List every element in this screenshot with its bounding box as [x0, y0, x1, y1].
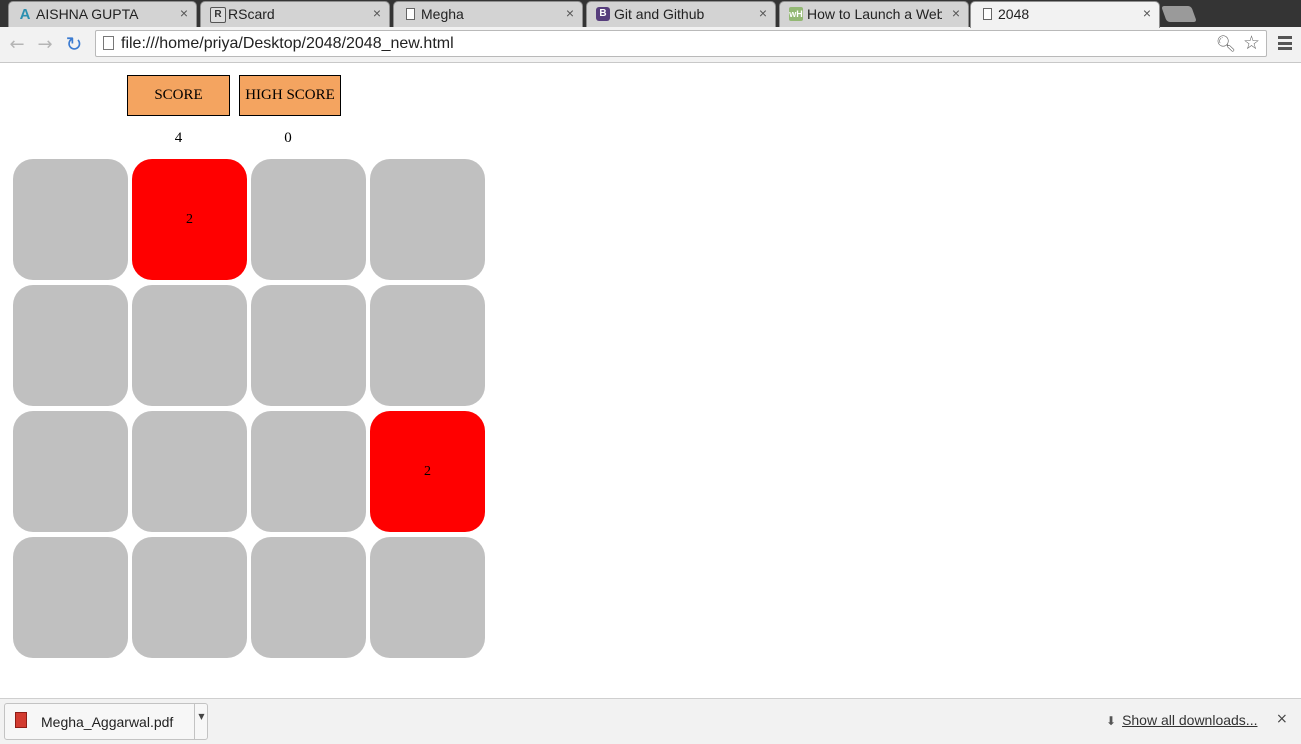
bookmark-star-icon[interactable]: ☆ — [1243, 32, 1260, 54]
tile-2-3: 2 — [370, 411, 485, 532]
address-bar[interactable]: file:///home/priya/Desktop/2048/2048_new… — [95, 30, 1267, 57]
tab-how-to-launch[interactable]: wH How to Launch a Web × — [779, 1, 969, 27]
empty-cell-0-0 — [13, 159, 128, 280]
tab-close-icon[interactable]: × — [180, 5, 188, 21]
empty-cell-3-2 — [251, 537, 366, 658]
pdf-file-icon — [15, 712, 27, 728]
page-icon — [403, 7, 417, 21]
tab-strip: A AISHNA GUPTA × R RScard × Megha × B Gi… — [0, 0, 1301, 28]
empty-cell-2-2 — [251, 411, 366, 532]
download-bar: Megha_Aggarwal.pdf ▼ ⬇ Show all downloads… — [0, 698, 1301, 744]
empty-cell-0-2 — [251, 159, 366, 280]
download-file-name: Megha_Aggarwal.pdf — [41, 714, 174, 730]
high-score-value: 0 — [284, 130, 292, 146]
empty-cell-2-1 — [132, 411, 247, 532]
tab-title: AISHNA GUPTA — [36, 6, 139, 22]
download-arrow-icon: ⬇ — [1106, 714, 1117, 728]
search-icon[interactable]: 🔍︎ — [1216, 34, 1236, 53]
aishna-favicon-icon: A — [19, 5, 31, 23]
tab-rscard[interactable]: R RScard × — [200, 1, 390, 27]
score-button[interactable]: SCORE — [127, 75, 230, 116]
game-board: 22 — [13, 159, 485, 659]
forward-arrow-icon[interactable]: → — [34, 33, 56, 55]
address-url[interactable]: file:///home/priya/Desktop/2048/2048_new… — [121, 35, 454, 53]
wikihow-favicon-icon: wH — [789, 7, 803, 21]
tab-megha[interactable]: Megha × — [393, 1, 583, 27]
tab-close-icon[interactable]: × — [1143, 5, 1151, 21]
tab-git-and-github[interactable]: B Git and Github × — [586, 1, 776, 27]
empty-cell-2-0 — [13, 411, 128, 532]
page-icon — [980, 7, 994, 21]
tab-title: 2048 — [998, 6, 1030, 22]
tab-title: Git and Github — [614, 6, 705, 22]
empty-cell-3-1 — [132, 537, 247, 658]
tab-close-icon[interactable]: × — [952, 5, 960, 21]
empty-cell-3-0 — [13, 537, 128, 658]
tab-aishna-gupta[interactable]: A AISHNA GUPTA × — [8, 1, 197, 27]
empty-cell-0-3 — [370, 159, 485, 280]
tab-title: RScard — [228, 6, 275, 22]
page-icon — [103, 36, 114, 50]
empty-cell-1-2 — [251, 285, 366, 406]
tile-0-1: 2 — [132, 159, 247, 280]
tab-close-icon[interactable]: × — [759, 5, 767, 21]
menu-icon[interactable] — [1278, 36, 1292, 50]
back-arrow-icon[interactable]: ← — [6, 33, 28, 55]
bootstrap-favicon-icon: B — [596, 7, 610, 21]
empty-cell-1-1 — [132, 285, 247, 406]
rscard-favicon-icon: R — [210, 7, 226, 23]
high-score-button[interactable]: HIGH SCORE — [239, 75, 341, 116]
show-all-downloads-link[interactable]: Show all downloads... — [1122, 712, 1257, 728]
tab-title: How to Launch a Web — [807, 6, 942, 22]
reload-icon[interactable]: ↻ — [63, 32, 85, 56]
tab-close-icon[interactable]: × — [373, 5, 381, 21]
browser-toolbar: ← → ↻ file:///home/priya/Desktop/2048/20… — [0, 27, 1301, 63]
tab-2048[interactable]: 2048 × — [970, 1, 1160, 28]
empty-cell-3-3 — [370, 537, 485, 658]
close-icon[interactable]: × — [1276, 711, 1288, 727]
page-content: SCORE HIGH SCORE 4 0 22 — [0, 63, 1301, 698]
new-tab-button[interactable] — [1161, 6, 1197, 22]
download-item[interactable]: Megha_Aggarwal.pdf ▼ — [4, 703, 208, 740]
chevron-down-icon[interactable]: ▼ — [194, 704, 208, 739]
tab-close-icon[interactable]: × — [566, 5, 574, 21]
score-value: 4 — [174, 130, 183, 146]
tab-title: Megha — [421, 6, 464, 22]
empty-cell-1-3 — [370, 285, 485, 406]
show-all-downloads[interactable]: ⬇ Show all downloads... — [1106, 712, 1257, 728]
empty-cell-1-0 — [13, 285, 128, 406]
